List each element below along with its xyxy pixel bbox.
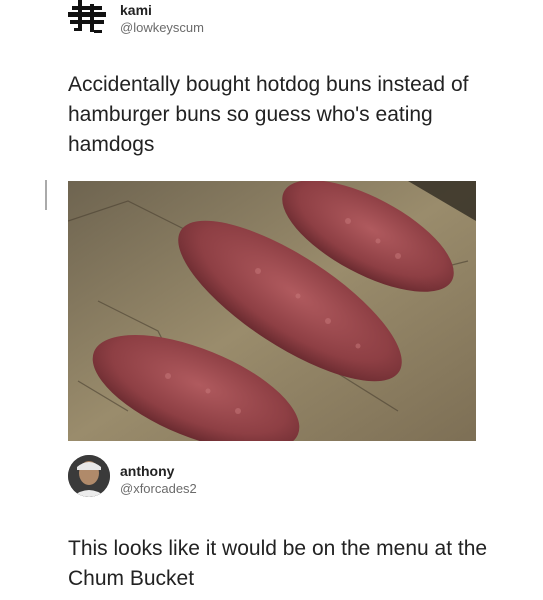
avatar[interactable] (68, 0, 110, 40)
reply-header: anthony @xforcades2 (68, 455, 528, 503)
user-handle[interactable]: @lowkeyscum (120, 20, 204, 35)
tweet-photo[interactable] (68, 181, 476, 441)
text-cursor (45, 180, 47, 210)
meat-rolls-image (68, 181, 476, 441)
profile-photo-icon (68, 455, 110, 497)
user-name[interactable]: kami (120, 2, 152, 18)
reply-text: This looks like it would be on the menu … (68, 537, 488, 590)
avatar[interactable] (68, 455, 110, 497)
tweet-text: Accidentally bought hotdog buns instead … (68, 73, 469, 156)
tweet-header: kami @lowkeyscum (68, 0, 528, 44)
user-name[interactable]: anthony (120, 463, 174, 479)
avatar-glyph-icon (68, 0, 106, 33)
user-handle[interactable]: @xforcades2 (120, 481, 197, 496)
